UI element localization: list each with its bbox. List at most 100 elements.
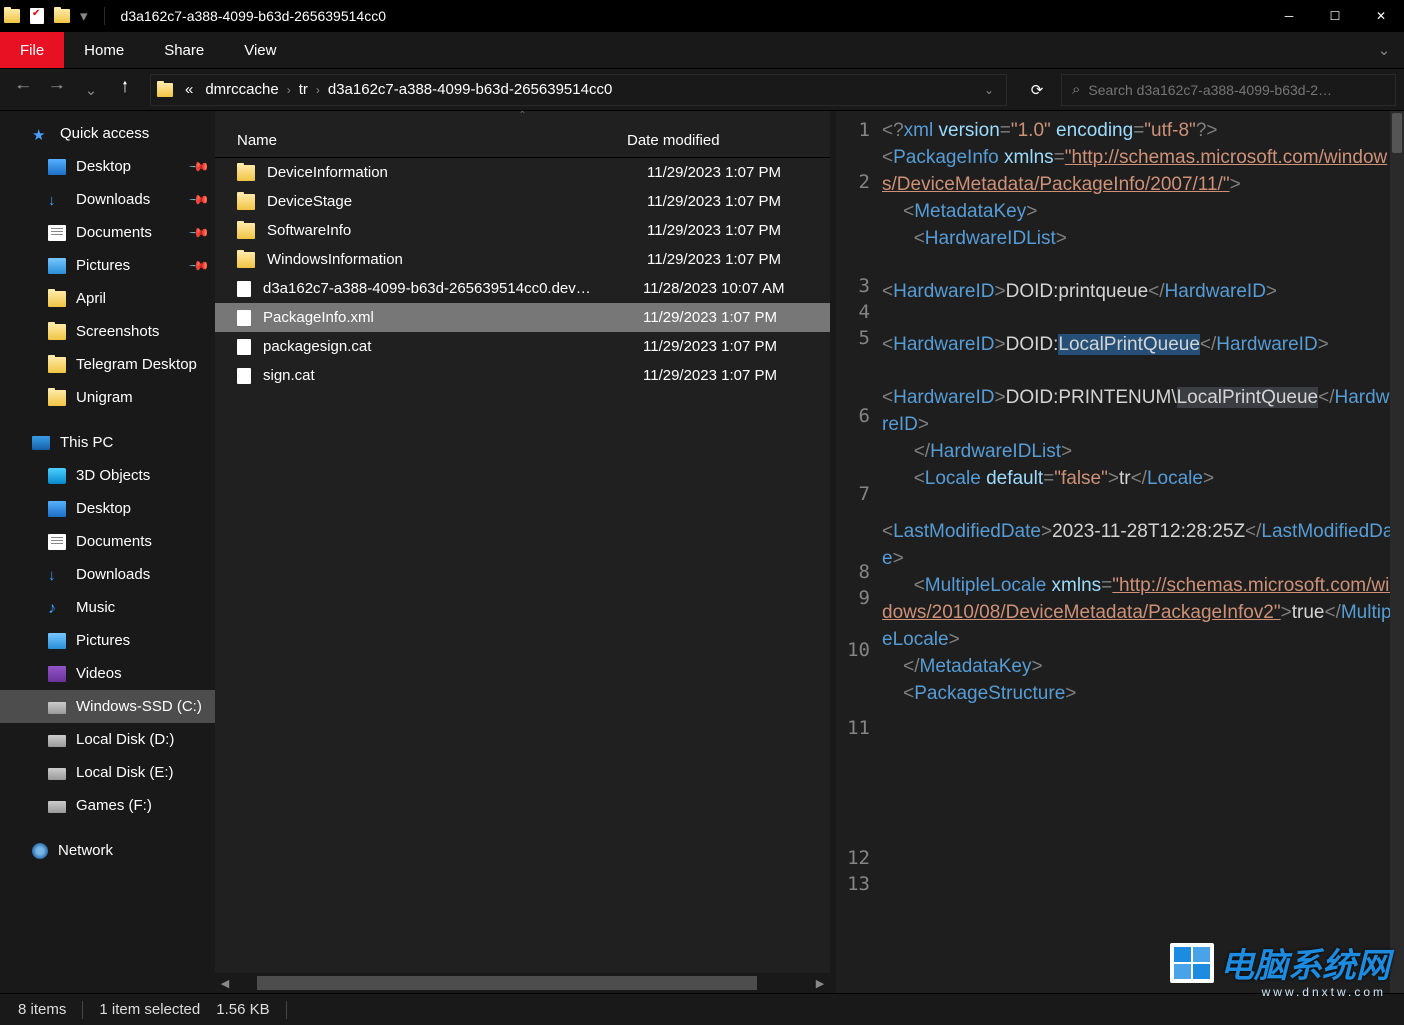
breadcrumb-item-1[interactable]: tr — [295, 81, 312, 98]
sidebar-item[interactable]: Telegram Desktop — [0, 348, 215, 381]
file-row[interactable]: WindowsInformation11/29/2023 1:07 PM — [215, 245, 830, 274]
sidebar-item[interactable]: April — [0, 282, 215, 315]
disk-icon — [48, 735, 66, 747]
qat-dropdown-icon[interactable]: ▾ — [80, 7, 88, 25]
sidebar-item[interactable]: Desktop — [0, 492, 215, 525]
code-preview[interactable]: <?xml version="1.0" encoding="utf-8"?> <… — [878, 111, 1404, 993]
nav-up-button[interactable]: 🠑 — [110, 75, 140, 105]
content: ★ Quick access Desktop📌↓Downloads📌Docume… — [0, 111, 1404, 993]
vertical-scrollbar[interactable] — [1390, 111, 1404, 993]
sidebar-item-label: Downloads — [76, 566, 150, 583]
file-list[interactable]: DeviceInformation11/29/2023 1:07 PMDevic… — [215, 158, 830, 993]
file-icon — [237, 281, 251, 297]
sidebar-item[interactable]: Unigram — [0, 381, 215, 414]
folder-icon — [157, 83, 173, 97]
sidebar-item[interactable]: Videos — [0, 657, 215, 690]
file-icon — [237, 310, 251, 326]
download-icon: ↓ — [48, 567, 66, 583]
breadcrumb-item-0[interactable]: dmrccache — [201, 81, 282, 98]
sidebar-item-label: Telegram Desktop — [76, 356, 197, 373]
sidebar-label: This PC — [60, 434, 113, 451]
file-name: SoftwareInfo — [267, 222, 635, 239]
sidebar-item[interactable]: Pictures — [0, 624, 215, 657]
nav-back-button[interactable]: 🠐 — [8, 75, 38, 105]
file-name: DeviceInformation — [267, 164, 635, 181]
sidebar-network[interactable]: Network — [0, 834, 215, 867]
folder-icon — [237, 252, 255, 268]
chevron-right-icon[interactable]: › — [287, 83, 291, 97]
ribbon-tab-file[interactable]: File — [0, 32, 64, 68]
nav-recent-dropdown[interactable]: ⌄ — [76, 75, 106, 105]
pin-icon: 📌 — [188, 254, 211, 277]
file-date: 11/29/2023 1:07 PM — [631, 338, 830, 355]
file-row[interactable]: SoftwareInfo11/29/2023 1:07 PM — [215, 216, 830, 245]
sidebar-item[interactable]: Windows-SSD (C:) — [0, 690, 215, 723]
doc-icon — [48, 534, 66, 550]
network-icon — [32, 843, 48, 859]
disk-icon — [48, 768, 66, 780]
folder-icon-2[interactable] — [54, 9, 70, 23]
titlebar: ▾ ─ ☐ ✕ — [0, 0, 1404, 32]
minimize-button[interactable]: ─ — [1266, 0, 1312, 32]
horizontal-scrollbar[interactable]: ◀ ▶ — [215, 973, 830, 993]
sidebar-item[interactable]: Screenshots — [0, 315, 215, 348]
sidebar-item[interactable]: ↓Downloads📌 — [0, 183, 215, 216]
file-date: 11/28/2023 10:07 AM — [631, 280, 830, 297]
scrollbar-thumb[interactable] — [1392, 113, 1402, 153]
ribbon-tab-home[interactable]: Home — [64, 32, 144, 68]
sidebar-item[interactable]: ♪Music — [0, 591, 215, 624]
sidebar-this-pc[interactable]: This PC — [0, 426, 215, 459]
sidebar[interactable]: ★ Quick access Desktop📌↓Downloads📌Docume… — [0, 111, 215, 993]
nav-forward-button[interactable]: 🠒 — [42, 75, 72, 105]
ribbon-tab-view[interactable]: View — [224, 32, 296, 68]
file-row[interactable]: sign.cat11/29/2023 1:07 PM — [215, 361, 830, 390]
breadcrumb-prefix[interactable]: « — [181, 81, 197, 98]
scrollbar-thumb[interactable] — [257, 976, 757, 990]
file-icon — [237, 339, 251, 355]
vid-icon — [48, 666, 66, 682]
file-row[interactable]: packagesign.cat11/29/2023 1:07 PM — [215, 332, 830, 361]
ribbon-tab-share[interactable]: Share — [144, 32, 224, 68]
file-date: 11/29/2023 1:07 PM — [635, 251, 830, 268]
yellow-icon — [48, 390, 66, 406]
sidebar-item[interactable]: 3D Objects — [0, 459, 215, 492]
watermark-logo-icon — [1170, 943, 1214, 983]
search-box[interactable]: ⌕ — [1061, 74, 1396, 106]
title-text — [115, 4, 1266, 28]
sidebar-item[interactable]: Desktop📌 — [0, 150, 215, 183]
column-name[interactable]: Name — [215, 132, 615, 149]
refresh-button[interactable]: ⟳ — [1017, 74, 1057, 106]
sidebar-item-label: Desktop — [76, 500, 131, 517]
file-row[interactable]: d3a162c7-a388-4099-b63d-265639514cc0.dev… — [215, 274, 830, 303]
pin-icon: 📌 — [188, 155, 211, 178]
file-icon — [237, 368, 251, 384]
sidebar-item[interactable]: Games (F:) — [0, 789, 215, 822]
breadcrumb[interactable]: « dmrccache › tr › d3a162c7-a388-4099-b6… — [150, 74, 1007, 106]
column-date[interactable]: Date modified — [615, 132, 830, 149]
sidebar-item[interactable]: Local Disk (E:) — [0, 756, 215, 789]
sidebar-item[interactable]: ↓ Downloads — [0, 558, 215, 591]
ribbon: File Home Share View ⌄ — [0, 32, 1404, 69]
scroll-right-icon[interactable]: ▶ — [810, 977, 830, 990]
chevron-right-icon[interactable]: › — [316, 83, 320, 97]
sidebar-item[interactable]: Pictures📌 — [0, 249, 215, 282]
file-row[interactable]: DeviceInformation11/29/2023 1:07 PM — [215, 158, 830, 187]
ribbon-expand-button[interactable]: ⌄ — [1364, 32, 1404, 68]
sidebar-label: Network — [58, 842, 113, 859]
maximize-button[interactable]: ☐ — [1312, 0, 1358, 32]
collapse-handle[interactable]: ⌃ — [215, 111, 830, 123]
sidebar-quick-access[interactable]: ★ Quick access — [0, 117, 215, 150]
breadcrumb-item-2[interactable]: d3a162c7-a388-4099-b63d-265639514cc0 — [324, 81, 616, 98]
close-button[interactable]: ✕ — [1358, 0, 1404, 32]
obj3d-icon — [48, 468, 66, 484]
sidebar-item[interactable]: Local Disk (D:) — [0, 723, 215, 756]
folder-icon[interactable] — [4, 9, 20, 23]
sidebar-item[interactable]: Documents — [0, 525, 215, 558]
breadcrumb-dropdown[interactable]: ⌄ — [978, 83, 1000, 97]
properties-icon[interactable] — [30, 8, 44, 24]
scroll-left-icon[interactable]: ◀ — [215, 977, 235, 990]
sidebar-item[interactable]: Documents📌 — [0, 216, 215, 249]
search-input[interactable] — [1088, 82, 1385, 98]
file-row[interactable]: PackageInfo.xml11/29/2023 1:07 PM — [215, 303, 830, 332]
file-row[interactable]: DeviceStage11/29/2023 1:07 PM — [215, 187, 830, 216]
